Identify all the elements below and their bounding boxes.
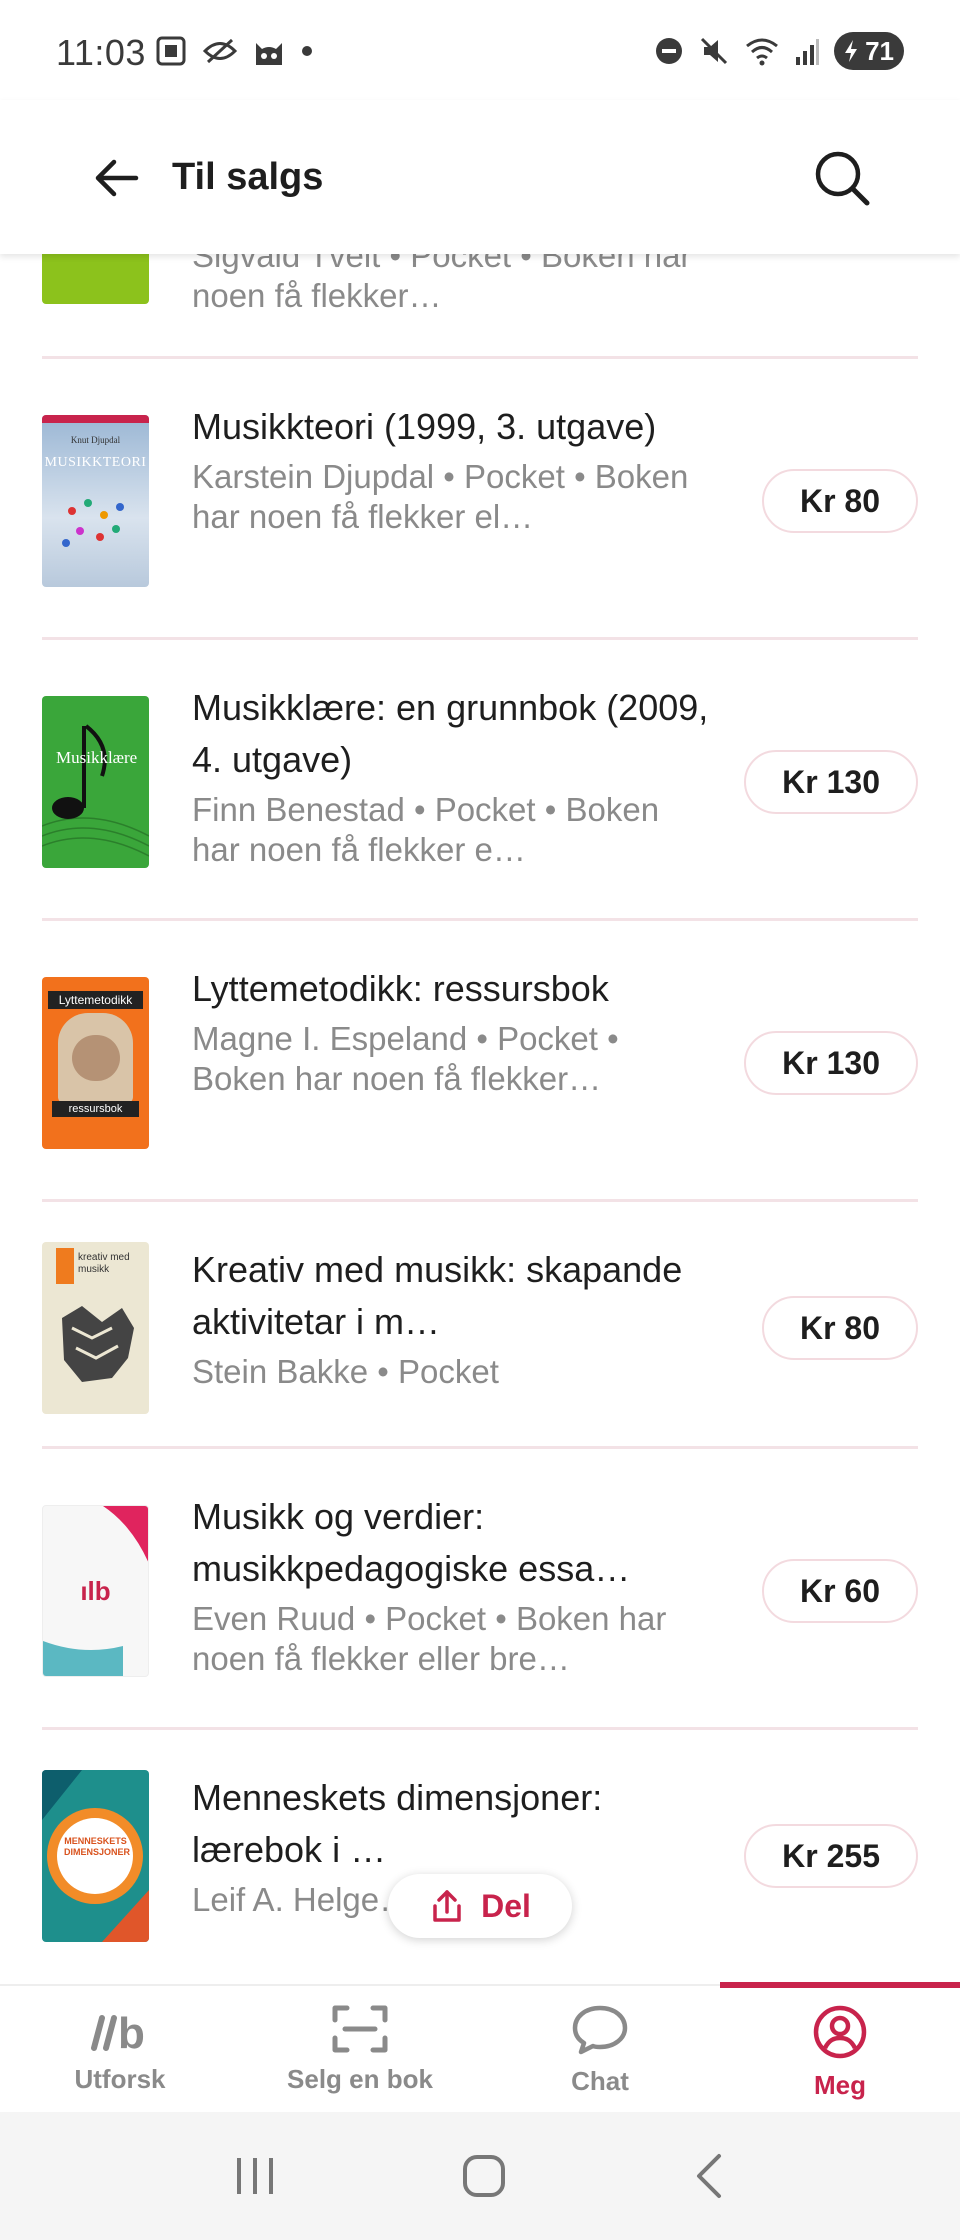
share-button[interactable]: Del [388,1874,572,1938]
signal-icon [796,39,819,65]
list-item[interactable]: Lyttemetodikk ressursbok Lyttemetodikk: … [42,921,918,1202]
status-right-icons: 71 [654,32,904,70]
price-badge[interactable]: Kr 80 [761,469,918,533]
wifi-icon [746,38,778,66]
back-button[interactable] [84,148,148,208]
cover-title: Lyttemetodikk [48,991,143,1009]
book-list: Sigvald Tveit • Pocket • Boken har noen … [0,254,960,1984]
nav-item-sell[interactable]: Selg en bok [240,1986,480,2112]
book-cover: Lyttemetodikk ressursbok [42,977,149,1149]
chat-bubble-icon [572,2005,628,2055]
profile-icon [813,2005,867,2059]
page-title: Til salgs [172,156,324,198]
search-button[interactable] [808,144,876,212]
book-title: Lyttemetodikk: ressursbok [192,968,609,1009]
list-item[interactable]: Sigvald Tveit • Pocket • Boken har noen … [42,254,918,359]
battery-level: 71 [865,35,894,66]
battery-icon: 71 [834,32,904,70]
cover-title: MUSIKKTEORI [44,455,147,470]
cover-logo: ılb [80,1576,111,1606]
list-item[interactable]: Knut Djupdal MUSIKKTEORI Musikkteori (19… [42,359,918,640]
nav-item-chat[interactable]: Chat [480,1986,720,2112]
share-label: Del [481,1887,531,1924]
back-nav-icon[interactable] [689,2152,729,2200]
cover-author: Knut Djupdal [70,435,121,445]
system-nav-bar [0,2112,960,2240]
book-title: Kreativ med musikk: skapande aktivitetar… [192,1249,683,1342]
bottom-nav: b Utforsk Selg en bok Chat Meg [0,1982,960,2112]
screenshot-icon [156,36,186,66]
search-icon [815,151,870,206]
list-item[interactable]: kreativ med musikk Kreativ med musikk: s… [42,1202,918,1449]
book-title: Musikkteori (1999, 3. utgave) [192,406,657,447]
book-title: Menneskets dimensjoner: lærebok i … [192,1777,603,1870]
list-item[interactable]: ılb Musikk og verdier: musikkpedagogiske… [42,1449,918,1730]
nav-label: Utforsk [74,2064,166,2094]
nav-item-explore[interactable]: b Utforsk [0,1986,240,2112]
price-badge[interactable]: Kr 130 [744,750,918,814]
status-bar: 11:03 71 [0,0,960,100]
do-not-disturb-icon [656,38,682,64]
status-time: 11:03 [56,32,146,73]
recents-icon[interactable] [231,2154,279,2198]
brand-logo-icon: b [91,2009,145,2054]
status-left-icons [154,34,314,68]
cover-title: MENNESKETS DIMENSJONER [64,1836,131,1857]
book-cover: kreativ med musikk [42,1242,149,1414]
book-subtitle: Sigvald Tveit • Pocket • Boken har noen … [192,254,692,314]
eye-off-icon [202,38,238,64]
mute-icon [700,37,728,65]
book-subtitle: Even Ruud • Pocket • Boken har noen få f… [192,1600,667,1677]
book-subtitle: Finn Benestad • Pocket • Boken har noen … [192,791,660,868]
nav-label: Chat [571,2066,629,2096]
nav-label: Meg [814,2070,866,2100]
book-cover: MENNESKETS DIMENSJONER [42,1770,149,1942]
price-badge[interactable]: Kr 255 [744,1824,918,1888]
share-icon [433,1890,461,1922]
list-item[interactable]: MENNESKETS DIMENSJONER Menneskets dimens… [42,1730,918,1984]
cover-title: kreativ med musikk [78,1252,130,1275]
book-cover [42,254,149,304]
nav-label: Selg en bok [287,2064,433,2094]
dot-icon [302,46,312,56]
book-subtitle: Stein Bakke • Pocket [192,1353,499,1390]
cover-title: Musikklære [56,748,138,767]
cat-icon [256,43,282,65]
price-badge[interactable]: Kr 60 [761,1559,918,1623]
book-title: Musikk og verdier: musikkpedagogiske ess… [192,1496,631,1589]
list-item[interactable]: Musikklære Musikklære: en grunnbok (2009… [42,640,918,921]
home-icon[interactable] [460,2152,508,2200]
book-title: Musikklære: en grunnbok (2009, 4. utgave… [192,687,709,780]
cover-subtitle: ressursbok [52,1101,139,1117]
book-subtitle: Karstein Djupdal • Pocket • Boken har no… [192,458,689,535]
book-subtitle: Magne I. Espeland • Pocket • Boken har n… [192,1020,619,1097]
nav-item-me[interactable]: Meg [720,1982,960,2112]
scan-icon [332,2005,388,2053]
book-cover: ılb [42,1505,149,1677]
arrow-left-icon [95,159,139,197]
book-cover: Knut Djupdal MUSIKKTEORI [42,415,149,587]
book-cover: Musikklære [42,696,149,868]
svg-text:b: b [118,2009,145,2054]
price-badge[interactable]: Kr 80 [761,1296,918,1360]
price-badge[interactable]: Kr 130 [744,1031,918,1095]
app-header: Til salgs [0,100,960,254]
